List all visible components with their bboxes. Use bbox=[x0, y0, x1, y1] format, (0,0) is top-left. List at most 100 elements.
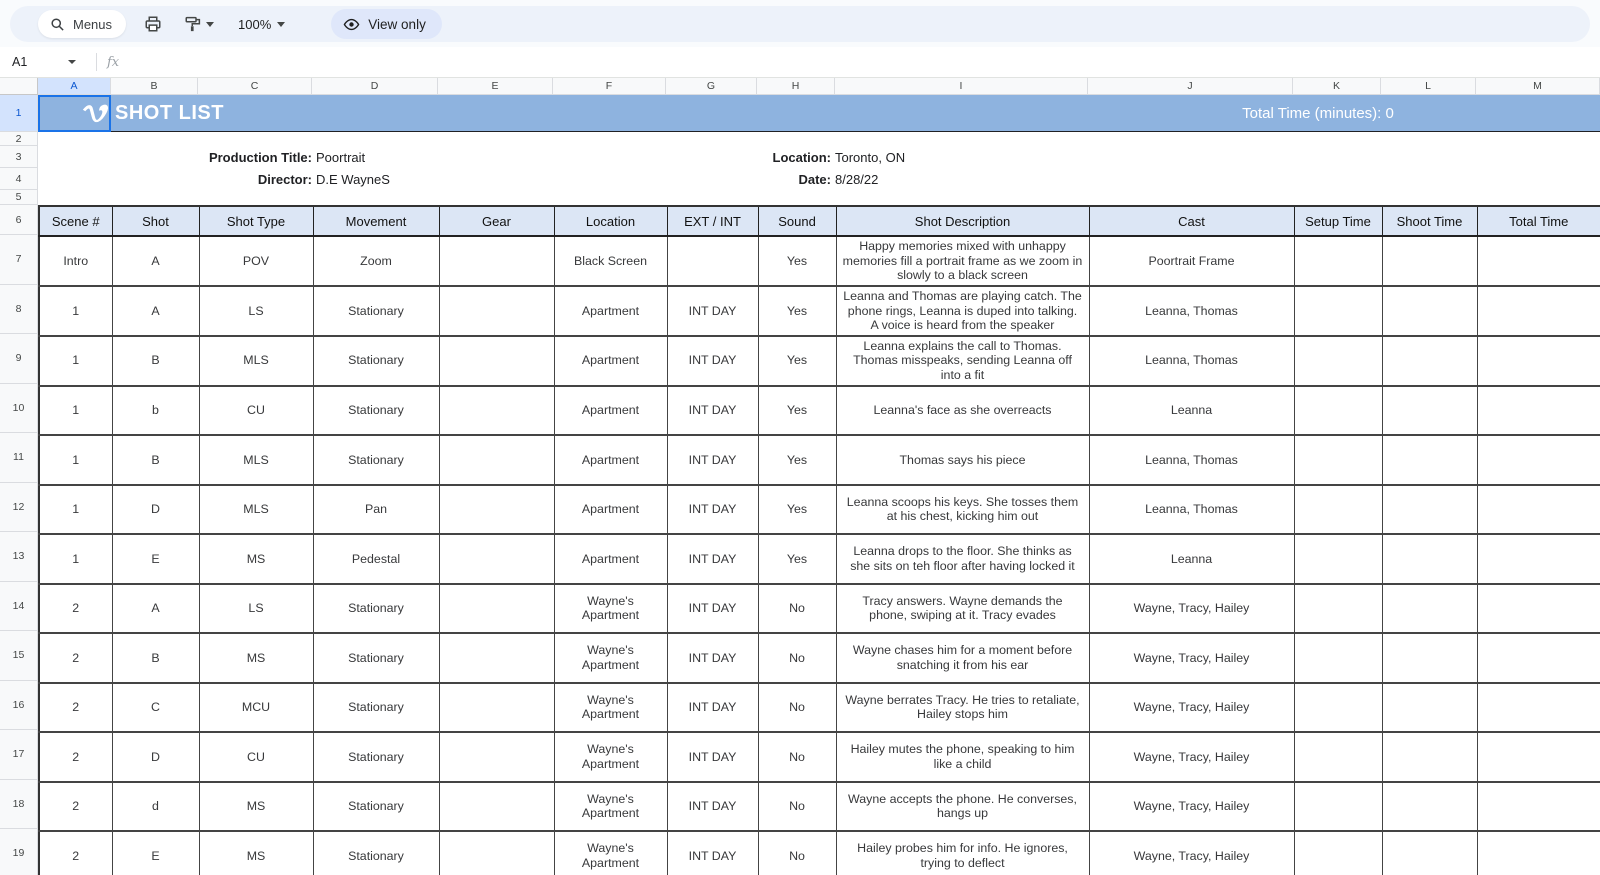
column-header-E[interactable]: E bbox=[438, 78, 553, 95]
cell-shot-type[interactable]: CU bbox=[199, 732, 313, 782]
cell-shot-type[interactable]: LS bbox=[199, 584, 313, 634]
date-value-cell[interactable]: 8/28/22 bbox=[831, 172, 878, 187]
cell-location[interactable]: Apartment bbox=[554, 336, 667, 386]
cell-movement[interactable]: Stationary bbox=[313, 732, 439, 782]
cell-shoot-time[interactable] bbox=[1382, 336, 1477, 386]
header-total-time[interactable]: Total Time bbox=[1477, 206, 1600, 236]
cell-gear[interactable] bbox=[439, 831, 554, 875]
cell-shot-type[interactable]: MS bbox=[199, 633, 313, 683]
cell-description[interactable]: Thomas says his piece bbox=[836, 435, 1089, 485]
row-header-11[interactable]: 11 bbox=[0, 433, 38, 483]
cell-cast[interactable]: Wayne, Tracy, Hailey bbox=[1089, 584, 1294, 634]
cell-cast[interactable]: Wayne, Tracy, Hailey bbox=[1089, 633, 1294, 683]
cell-shot-type[interactable]: LS bbox=[199, 286, 313, 336]
column-header-J[interactable]: J bbox=[1088, 78, 1293, 95]
cell-setup-time[interactable] bbox=[1294, 683, 1382, 733]
cell-ext-int[interactable]: INT DAY bbox=[667, 633, 758, 683]
row-header-9[interactable]: 9 bbox=[0, 334, 38, 384]
cell-gear[interactable] bbox=[439, 732, 554, 782]
print-button[interactable] bbox=[140, 11, 166, 37]
cell-description[interactable]: Hailey probes him for info. He ignores, … bbox=[836, 831, 1089, 875]
cell-location[interactable]: Wayne's Apartment bbox=[554, 831, 667, 875]
cell-total-time[interactable] bbox=[1477, 386, 1600, 436]
cell-shoot-time[interactable] bbox=[1382, 534, 1477, 584]
cell-movement[interactable]: Stationary bbox=[313, 336, 439, 386]
header-cast[interactable]: Cast bbox=[1089, 206, 1294, 236]
row-header-8[interactable]: 8 bbox=[0, 285, 38, 335]
cell-scene[interactable]: 2 bbox=[39, 732, 112, 782]
row-header-12[interactable]: 12 bbox=[0, 483, 38, 533]
cell-shot-type[interactable]: MLS bbox=[199, 485, 313, 535]
cell-movement[interactable]: Pedestal bbox=[313, 534, 439, 584]
cell-location[interactable]: Apartment bbox=[554, 286, 667, 336]
production-title-value-cell[interactable]: Poortrait bbox=[312, 150, 632, 165]
cell-shot[interactable]: B bbox=[112, 435, 199, 485]
cell-sound[interactable]: No bbox=[758, 831, 836, 875]
location-label-cell[interactable]: Location: bbox=[632, 150, 831, 165]
cell-movement[interactable]: Pan bbox=[313, 485, 439, 535]
cell-setup-time[interactable] bbox=[1294, 336, 1382, 386]
cell-movement[interactable]: Stationary bbox=[313, 584, 439, 634]
cell-cast[interactable]: Wayne, Tracy, Hailey bbox=[1089, 782, 1294, 832]
cell-cast[interactable]: Leanna, Thomas bbox=[1089, 435, 1294, 485]
cell-sound[interactable]: No bbox=[758, 633, 836, 683]
cell-shoot-time[interactable] bbox=[1382, 732, 1477, 782]
cell-sound[interactable]: No bbox=[758, 782, 836, 832]
cell-setup-time[interactable] bbox=[1294, 386, 1382, 436]
date-label-cell[interactable]: Date: bbox=[632, 172, 831, 187]
cell-location[interactable]: Wayne's Apartment bbox=[554, 633, 667, 683]
row-header-13[interactable]: 13 bbox=[0, 532, 38, 582]
cell-movement[interactable]: Stationary bbox=[313, 286, 439, 336]
director-value-cell[interactable]: D.E WayneS bbox=[312, 172, 632, 187]
cell-cast[interactable]: Poortrait Frame bbox=[1089, 236, 1294, 286]
title-banner-cell[interactable]: SHOT LIST Total Time (minutes): 0 bbox=[38, 95, 1600, 132]
row-header-10[interactable]: 10 bbox=[0, 384, 38, 434]
cell-total-time[interactable] bbox=[1477, 435, 1600, 485]
cell-gear[interactable] bbox=[439, 236, 554, 286]
cell-sound[interactable]: Yes bbox=[758, 435, 836, 485]
row-header-5[interactable]: 5 bbox=[0, 190, 38, 205]
cell-shoot-time[interactable] bbox=[1382, 782, 1477, 832]
cell-setup-time[interactable] bbox=[1294, 534, 1382, 584]
cell-shot-type[interactable]: MS bbox=[199, 534, 313, 584]
cell-total-time[interactable] bbox=[1477, 732, 1600, 782]
cell-setup-time[interactable] bbox=[1294, 732, 1382, 782]
cell-shot[interactable]: A bbox=[112, 286, 199, 336]
column-header-L[interactable]: L bbox=[1381, 78, 1476, 95]
cell-ext-int[interactable]: INT DAY bbox=[667, 782, 758, 832]
cell-ext-int[interactable]: INT DAY bbox=[667, 584, 758, 634]
menus-button[interactable]: Menus bbox=[38, 10, 126, 38]
cell-description[interactable]: Wayne berrates Tracy. He tries to retali… bbox=[836, 683, 1089, 733]
cell-scene[interactable]: Intro bbox=[39, 236, 112, 286]
row-header-1[interactable]: 1 bbox=[0, 95, 38, 132]
row-header-15[interactable]: 15 bbox=[0, 631, 38, 681]
column-header-A[interactable]: A bbox=[38, 78, 111, 95]
column-header-F[interactable]: F bbox=[553, 78, 666, 95]
row-header-3[interactable]: 3 bbox=[0, 146, 38, 168]
cell-gear[interactable] bbox=[439, 782, 554, 832]
cell-shot[interactable]: C bbox=[112, 683, 199, 733]
cell-setup-time[interactable] bbox=[1294, 831, 1382, 875]
cell-shot[interactable]: b bbox=[112, 386, 199, 436]
cell-movement[interactable]: Stationary bbox=[313, 435, 439, 485]
cell-shoot-time[interactable] bbox=[1382, 485, 1477, 535]
location-value-cell[interactable]: Toronto, ON bbox=[831, 150, 905, 165]
cell-total-time[interactable] bbox=[1477, 534, 1600, 584]
cell-scene[interactable]: 2 bbox=[39, 633, 112, 683]
cell-location[interactable]: Wayne's Apartment bbox=[554, 584, 667, 634]
cell-description[interactable]: Leanna explains the call to Thomas. Thom… bbox=[836, 336, 1089, 386]
director-label-cell[interactable]: Director: bbox=[38, 172, 312, 187]
column-header-I[interactable]: I bbox=[835, 78, 1088, 95]
cell-gear[interactable] bbox=[439, 336, 554, 386]
cell-sound[interactable]: Yes bbox=[758, 485, 836, 535]
header-scene[interactable]: Scene # bbox=[39, 206, 112, 236]
cell-gear[interactable] bbox=[439, 584, 554, 634]
cell-total-time[interactable] bbox=[1477, 286, 1600, 336]
cell-scene[interactable]: 1 bbox=[39, 435, 112, 485]
zoom-control[interactable]: 100% bbox=[232, 13, 291, 36]
cell-total-time[interactable] bbox=[1477, 633, 1600, 683]
row-header-16[interactable]: 16 bbox=[0, 681, 38, 731]
cell-cast[interactable]: Wayne, Tracy, Hailey bbox=[1089, 683, 1294, 733]
cell-location[interactable]: Apartment bbox=[554, 534, 667, 584]
cell-gear[interactable] bbox=[439, 435, 554, 485]
